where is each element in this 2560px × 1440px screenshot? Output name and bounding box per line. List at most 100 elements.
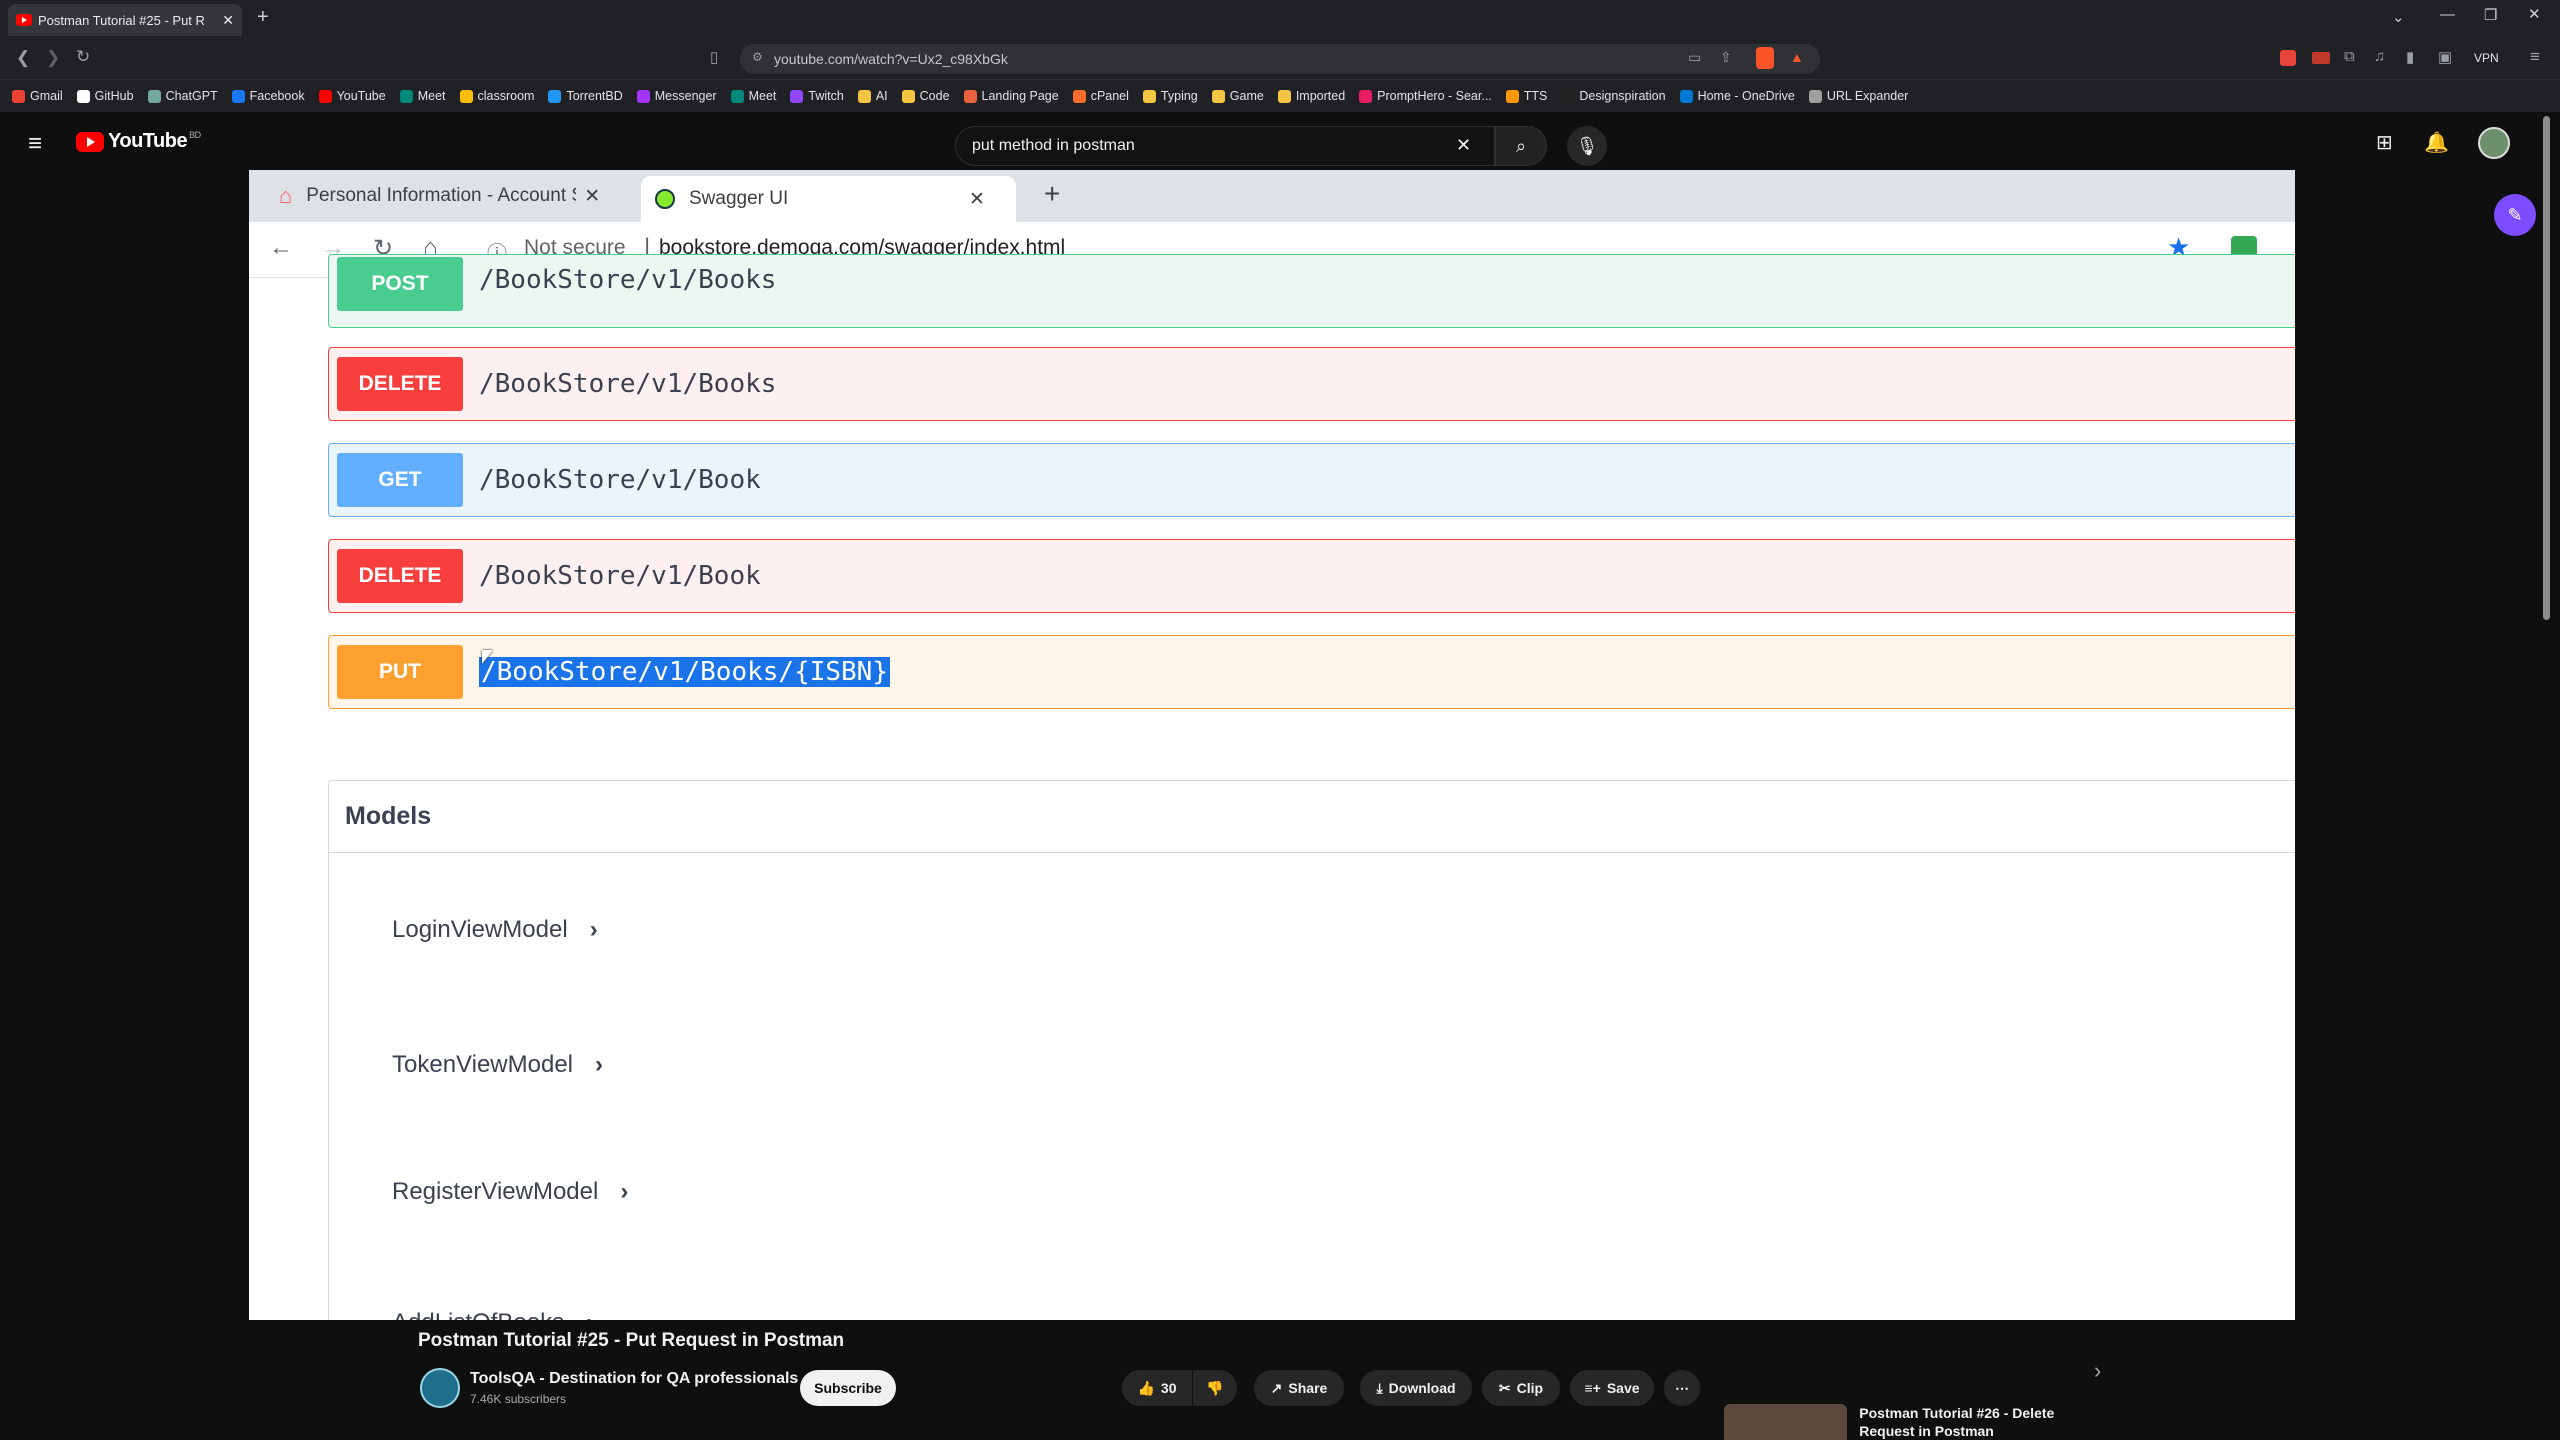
channel-info[interactable]: ToolsQA - Destination for QA professiona… xyxy=(420,1368,798,1408)
browser-tab-youtube[interactable]: Postman Tutorial #25 - Put R ✕ xyxy=(8,4,242,36)
bookmark-item[interactable]: Meet xyxy=(730,89,776,103)
operation-delete-books: DELETE /BookStore/v1/Books xyxy=(328,347,2295,421)
like-button[interactable]: 👍 30 xyxy=(1122,1370,1192,1406)
bookmark-item[interactable]: TTS xyxy=(1505,89,1547,103)
youtube-logo[interactable]: YouTube BD xyxy=(76,130,201,153)
model-login: LoginViewModel › xyxy=(392,916,598,944)
bookmark-favicon-icon xyxy=(790,89,804,103)
vpn-button[interactable]: VPN xyxy=(2474,51,2499,65)
tab-search-icon[interactable]: ⌄ xyxy=(2392,8,2405,26)
chevron-right-icon[interactable]: › xyxy=(2094,1358,2101,1384)
bookmark-favicon-icon xyxy=(901,89,915,103)
next-video-thumbnail[interactable] xyxy=(1724,1404,1848,1440)
bookmark-item[interactable]: TorrentBD xyxy=(548,89,623,103)
next-video-card[interactable]: Postman Tutorial #26 - Delete Request in… xyxy=(1724,1404,2104,1440)
bookmark-label: AI xyxy=(875,89,888,103)
bookmark-item[interactable]: URL Expander xyxy=(1808,89,1908,103)
video-tab-swagger: Swagger UI ✕ xyxy=(641,176,1016,222)
assistant-extension-icon[interactable]: ✎ xyxy=(2494,194,2536,236)
channel-name[interactable]: ToolsQA - Destination for QA professiona… xyxy=(470,1370,798,1388)
address-bar[interactable]: ⚙ youtube.com/watch?v=Ux2_c98XbGk ▭ ⇪ ▲ xyxy=(740,44,1820,74)
bookmark-favicon-icon xyxy=(147,89,161,103)
bookmark-item[interactable]: AI xyxy=(857,89,888,103)
save-button[interactable]: ≡+ Save xyxy=(1570,1370,1654,1406)
more-actions-button[interactable]: ⋯ xyxy=(1664,1370,1700,1406)
model-name: LoginViewModel xyxy=(392,916,568,943)
reload-icon[interactable]: ↻ xyxy=(76,47,90,67)
bookmark-label: classroom xyxy=(477,89,535,103)
bookmark-icon[interactable]: ▯ xyxy=(710,48,718,66)
close-window-button[interactable]: ✕ xyxy=(2528,5,2541,23)
page-scrollbar[interactable] xyxy=(2543,116,2550,620)
bookmark-item[interactable]: Twitch xyxy=(790,89,844,103)
bookmark-item[interactable]: Meet xyxy=(399,89,446,103)
method-badge: GET xyxy=(337,453,463,507)
hamburger-menu-icon[interactable]: ≡ xyxy=(28,130,42,158)
bookmark-item[interactable]: YouTube xyxy=(318,89,386,103)
youtube-search-input[interactable]: put method in postman ✕ xyxy=(955,126,1495,166)
forward-icon[interactable]: ❯ xyxy=(46,48,60,68)
brave-rewards-icon[interactable]: ▲ xyxy=(1790,49,1804,65)
cast-icon[interactable]: ▭ xyxy=(1688,49,1701,66)
brave-shield-icon[interactable] xyxy=(1756,47,1774,69)
operation-path: /BookStore/v1/Book xyxy=(479,465,761,495)
youtube-play-icon xyxy=(76,131,104,152)
bookmark-item[interactable]: Game xyxy=(1211,89,1264,103)
site-info-icon[interactable]: ⚙ xyxy=(752,50,763,64)
user-avatar[interactable] xyxy=(2478,127,2510,159)
bookmark-item[interactable]: Landing Page xyxy=(963,89,1059,103)
bookmark-item[interactable]: ChatGPT xyxy=(147,89,218,103)
bookmark-item[interactable]: classroom xyxy=(459,89,535,103)
bookmark-item[interactable]: Gmail xyxy=(12,89,63,103)
back-icon: ← xyxy=(269,234,293,261)
airbnb-icon: ⌂ xyxy=(279,183,293,208)
bookmark-item[interactable]: Designspiration xyxy=(1561,89,1666,103)
create-video-icon[interactable]: ⊞ xyxy=(2376,130,2393,155)
voice-search-button[interactable]: 🎙 xyxy=(1567,126,1607,166)
media-icon[interactable]: ♫ xyxy=(2374,48,2385,65)
chevron-right-icon: › xyxy=(620,1178,629,1205)
selected-path-text: /BookStore/v1/Books/{ISBN} xyxy=(479,657,890,687)
bookmark-label: Meet xyxy=(417,89,446,103)
model-name: RegisterViewModel xyxy=(392,1178,599,1205)
back-icon[interactable]: ❮ xyxy=(16,48,30,68)
clear-search-icon[interactable]: ✕ xyxy=(1456,135,1471,156)
share-button[interactable]: ↗ Share xyxy=(1254,1370,1344,1406)
close-tab-icon[interactable]: ✕ xyxy=(222,12,234,29)
sidebar-icon[interactable]: ▮ xyxy=(2406,48,2414,66)
download-button[interactable]: ⤓ Download xyxy=(1360,1370,1472,1406)
extension-icon[interactable] xyxy=(2312,52,2330,64)
bookmark-item[interactable]: Typing xyxy=(1142,89,1198,103)
minimize-button[interactable]: — xyxy=(2440,6,2455,23)
channel-avatar[interactable] xyxy=(420,1368,460,1408)
dislike-button[interactable]: 👎 xyxy=(1193,1370,1237,1406)
new-tab-button[interactable]: + xyxy=(257,6,269,29)
video-player[interactable]: ⌂ Personal Information - Account S ✕ Swa… xyxy=(249,170,2295,1320)
bookmark-label: Home - OneDrive xyxy=(1697,89,1795,103)
bookmark-item[interactable]: PromptHero - Sear... xyxy=(1359,89,1492,103)
subscriber-count: 7.46K subscribers xyxy=(470,1392,567,1406)
model-add-list-of-books: AddListOfBooks › xyxy=(392,1309,594,1320)
search-button[interactable]: ⌕ xyxy=(1495,126,1547,166)
bookmark-label: cPanel xyxy=(1090,89,1129,103)
bookmark-item[interactable]: Imported xyxy=(1277,89,1345,103)
bookmark-item[interactable]: Messenger xyxy=(636,89,717,103)
wallet-icon[interactable]: ▣ xyxy=(2438,48,2452,66)
bookmark-item[interactable]: Facebook xyxy=(231,89,305,103)
subscribe-button[interactable]: Subscribe xyxy=(800,1370,896,1406)
bookmark-item[interactable]: GitHub xyxy=(76,89,134,103)
restore-button[interactable]: ❐ xyxy=(2484,6,2497,24)
extension-icon[interactable] xyxy=(2280,50,2296,66)
notifications-bell-icon[interactable]: 🔔 xyxy=(2424,130,2449,155)
bookmark-favicon-icon xyxy=(1808,89,1822,103)
menu-icon[interactable]: ≡ xyxy=(2530,47,2540,67)
next-video-title[interactable]: Postman Tutorial #26 - Delete Request in… xyxy=(1859,1404,2104,1440)
bookmark-item[interactable]: Home - OneDrive xyxy=(1679,89,1795,103)
operation-put-books-isbn: PUT /BookStore/v1/Books/{ISBN} xyxy=(328,635,2295,709)
clip-button[interactable]: ✂ Clip xyxy=(1482,1370,1560,1406)
extensions-icon[interactable]: ⧉ xyxy=(2344,48,2355,65)
bookmark-item[interactable]: cPanel xyxy=(1072,89,1129,103)
address-url: youtube.com/watch?v=Ux2_c98XbGk xyxy=(774,51,1008,67)
bookmark-item[interactable]: Code xyxy=(901,89,950,103)
share-icon[interactable]: ⇪ xyxy=(1720,49,1732,66)
